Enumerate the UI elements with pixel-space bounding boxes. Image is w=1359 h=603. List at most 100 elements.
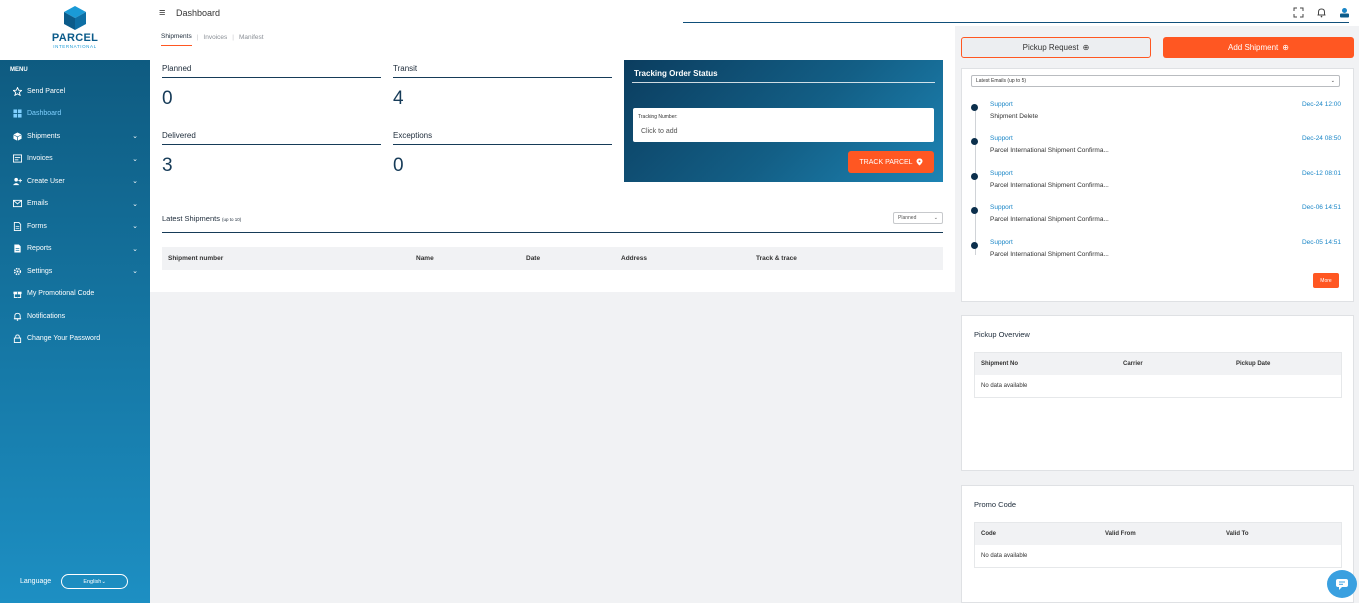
latest-shipments-note: (up to 10): [222, 217, 242, 222]
latest-emails-card: Latest Emails (up to 5) ⌄ Support Dec-24…: [961, 68, 1354, 302]
email-subject: Parcel International Shipment Confirma..…: [990, 182, 1109, 189]
column-header[interactable]: Code: [981, 531, 996, 537]
chevron-down-icon: ⌄: [933, 215, 938, 221]
shipment-status-select[interactable]: Planned ⌄: [893, 212, 943, 224]
email-date: Dec-05 14:51: [1301, 239, 1341, 246]
chevron-down-icon: ⌄: [132, 268, 138, 275]
add-shipment-button[interactable]: Add Shipment ⊕: [1163, 37, 1354, 58]
tab-shipments[interactable]: Shipments: [161, 33, 192, 46]
timeline-dot: [971, 104, 978, 111]
column-header[interactable]: Pickup Date: [1236, 361, 1270, 367]
chevron-down-icon: ⌄: [132, 133, 138, 140]
timeline-dot: [971, 138, 978, 145]
language-row: Language English ⌄: [20, 574, 129, 589]
sidebar-item-create-user[interactable]: Create User ⌄: [0, 170, 150, 193]
language-select[interactable]: English ⌄: [61, 574, 129, 589]
stat-label: Planned: [162, 64, 381, 78]
tracking-number-input[interactable]: Tracking Number: Click to add: [633, 108, 934, 142]
column-header[interactable]: Valid To: [1226, 531, 1249, 537]
emails-select[interactable]: Latest Emails (up to 5) ⌄: [971, 75, 1340, 87]
email-date: Dec-24 08:50: [1301, 135, 1341, 142]
email-subject: Parcel International Shipment Confirma..…: [990, 251, 1109, 258]
avatar[interactable]: [1338, 6, 1351, 19]
topbar-divider: [683, 22, 1349, 23]
sidebar-item-promotional-code[interactable]: My Promotional Code: [0, 283, 150, 306]
sidebar-item-send-parcel[interactable]: Send Parcel: [0, 80, 150, 103]
tracking-title: Tracking Order Status: [634, 69, 718, 78]
stat-label: Exceptions: [393, 131, 612, 145]
chevron-down-icon: ⌄: [1330, 78, 1335, 84]
box-icon: [12, 131, 22, 141]
column-header[interactable]: Address: [621, 255, 647, 262]
column-header[interactable]: Shipment No: [981, 361, 1018, 367]
sidebar-item-label: Create User: [27, 177, 65, 185]
email-sender: Support: [990, 170, 1013, 177]
hamburger-menu-icon[interactable]: ≡: [159, 7, 165, 19]
timeline-dot: [971, 242, 978, 249]
sidebar-item-label: My Promotional Code: [27, 290, 95, 298]
more-button[interactable]: More: [1313, 273, 1339, 288]
logo-subtitle: INTERNATIONAL: [53, 44, 97, 49]
chevron-down-icon: ⌄: [132, 223, 138, 230]
sidebar-item-shipments[interactable]: Shipments ⌄: [0, 125, 150, 148]
bell-icon[interactable]: [1315, 6, 1328, 19]
column-header[interactable]: Carrier: [1123, 361, 1143, 367]
sidebar-item-change-password[interactable]: Change Your Password: [0, 328, 150, 351]
pickup-table-header: Shipment No Carrier Pickup Date: [975, 353, 1341, 375]
stat-delivered: Delivered 3: [162, 131, 381, 177]
pickup-request-button[interactable]: Pickup Request ⊕: [961, 37, 1151, 58]
sidebar-item-emails[interactable]: Emails ⌄: [0, 193, 150, 216]
column-header[interactable]: Valid From: [1105, 531, 1136, 537]
pickup-table: Shipment No Carrier Pickup Date No data …: [974, 352, 1342, 398]
fullscreen-icon[interactable]: [1292, 6, 1305, 19]
sidebar-item-forms[interactable]: Forms ⌄: [0, 215, 150, 238]
tab-manifest[interactable]: Manifest: [239, 34, 264, 46]
track-parcel-button[interactable]: TRACK PARCEL: [848, 151, 934, 173]
sidebar-item-notifications[interactable]: Notifications: [0, 305, 150, 328]
pickup-overview-card: Pickup Overview Shipment No Carrier Pick…: [961, 315, 1354, 471]
timeline-dot: [971, 173, 978, 180]
promo-code-card: Promo Code Code Valid From Valid To No d…: [961, 485, 1354, 603]
email-sender: Support: [990, 204, 1013, 211]
emails-select-value: Latest Emails (up to 5): [976, 78, 1027, 84]
mail-icon: [12, 199, 22, 209]
column-header[interactable]: Date: [526, 255, 540, 262]
tracking-input-label: Tracking Number:: [638, 114, 678, 120]
stat-planned: Planned 0: [162, 64, 381, 110]
chevron-down-icon: ⌄: [132, 178, 138, 185]
sidebar-item-settings[interactable]: Settings ⌄: [0, 260, 150, 283]
stat-label: Transit: [393, 64, 612, 78]
stat-value: 0: [162, 88, 173, 109]
table-row: No data available: [975, 375, 1341, 397]
sidebar-item-reports[interactable]: Reports ⌄: [0, 238, 150, 261]
table-row: No data available: [975, 545, 1341, 567]
sidebar-item-label: Notifications: [27, 312, 66, 320]
status-select-value: Planned: [898, 215, 917, 221]
stat-value: 0: [393, 155, 404, 176]
language-label: Language: [20, 578, 52, 585]
shipments-table-header: Shipment number Name Date Address Track …: [162, 247, 943, 270]
column-header[interactable]: Track & trace: [756, 255, 797, 262]
column-header[interactable]: Name: [416, 255, 434, 262]
sidebar-item-dashboard[interactable]: Dashboard: [0, 103, 150, 126]
chat-button[interactable]: [1327, 570, 1357, 598]
tab-invoices[interactable]: Invoices: [203, 34, 227, 46]
timeline-dot: [971, 207, 978, 214]
promo-table-header: Code Valid From Valid To: [975, 523, 1341, 545]
sidebar-item-label: Reports: [27, 245, 52, 253]
sidebar-item-label: Forms: [27, 222, 47, 230]
sidebar: PARCEL INTERNATIONAL MENU Send Parcel Da…: [0, 0, 150, 603]
column-header[interactable]: Shipment number: [168, 255, 223, 262]
logo-title: PARCEL: [51, 32, 99, 44]
bell-icon: [12, 311, 22, 321]
chevron-down-icon: ⌄: [132, 245, 138, 253]
empty-message: No data available: [981, 383, 1028, 389]
language-value: English: [83, 578, 102, 585]
stat-value: 3: [162, 155, 173, 176]
sidebar-item-invoices[interactable]: Invoices ⌄: [0, 148, 150, 171]
logo[interactable]: PARCEL INTERNATIONAL: [0, 0, 150, 60]
latest-shipments-title: Latest Shipments (up to 10): [162, 214, 242, 223]
email-date: Dec-24 12:00: [1301, 101, 1341, 108]
chat-icon: [1336, 579, 1348, 590]
sidebar-item-label: Settings: [27, 267, 53, 275]
